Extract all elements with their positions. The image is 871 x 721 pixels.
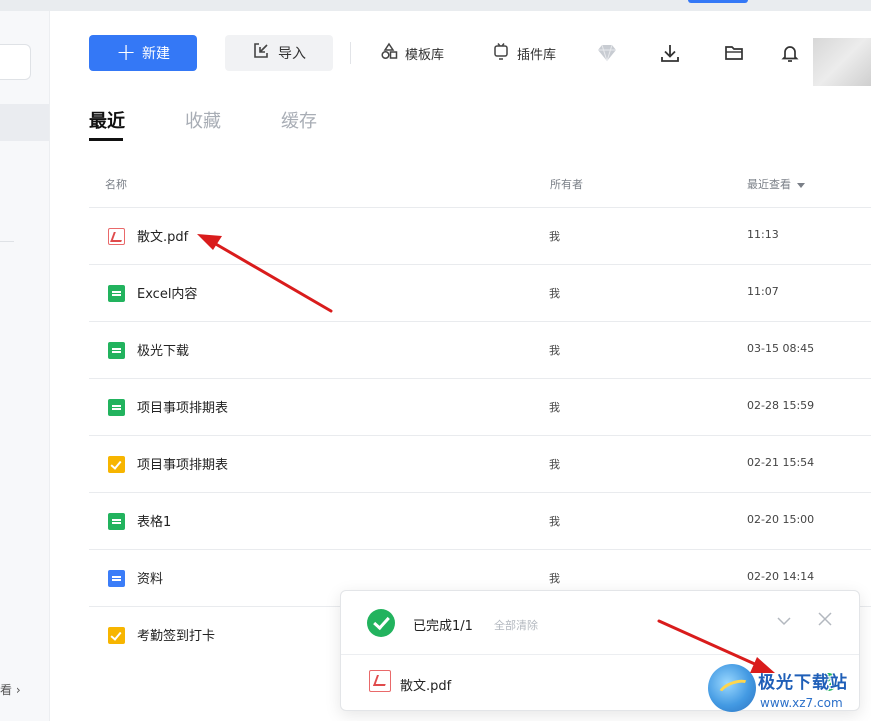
sheet-icon: [108, 342, 125, 359]
file-owner: 我: [549, 401, 560, 414]
toolbar-divider: [350, 42, 351, 64]
table-row[interactable]: Excel内容 我 11:07: [89, 265, 871, 321]
tab-cache[interactable]: 缓存: [281, 107, 317, 133]
file-time: 02-20 14:14: [747, 570, 815, 583]
file-name[interactable]: 项目事项排期表: [137, 397, 228, 416]
panel-divider: [341, 654, 859, 655]
file-name[interactable]: 资料: [137, 568, 163, 587]
table-row[interactable]: 表格1 我 02-20 15:00: [89, 493, 871, 549]
sidebar-item-active[interactable]: [0, 104, 49, 141]
task-icon: [108, 627, 125, 644]
new-button[interactable]: + 新建: [89, 35, 197, 71]
column-header-recent[interactable]: 最近查看: [747, 176, 805, 192]
diamond-icon[interactable]: [595, 41, 619, 65]
file-name[interactable]: 极光下载: [137, 340, 189, 359]
file-owner: 我: [549, 230, 560, 243]
file-name[interactable]: 项目事项排期表: [137, 454, 228, 473]
template-library-button[interactable]: 模板库: [380, 42, 445, 64]
import-button[interactable]: 导入: [225, 35, 333, 71]
file-time: 02-21 15:54: [747, 456, 815, 469]
sidebar-divider: [0, 241, 14, 242]
clear-all-button[interactable]: 全部清除: [494, 617, 538, 633]
sidebar-more-link[interactable]: 看 ›: [0, 681, 21, 698]
file-time: 03-15 08:45: [747, 342, 815, 355]
watermark-url: www.xz7.com: [760, 696, 843, 710]
file-name[interactable]: 散文.pdf: [137, 226, 188, 245]
table-row[interactable]: 项目事项排期表 我 02-28 15:59: [89, 379, 871, 435]
tab-recent[interactable]: 最近: [89, 107, 125, 133]
sheet-icon: [108, 285, 125, 302]
new-button-label: 新建: [142, 46, 171, 62]
sheet-icon: [108, 399, 125, 416]
active-tab-underline: [89, 138, 123, 141]
plugin-library-button[interactable]: 插件库: [492, 43, 556, 63]
file-owner: 我: [549, 572, 560, 585]
column-header-recent-label: 最近查看: [747, 178, 791, 191]
top-accent-tab[interactable]: [688, 0, 748, 3]
column-header-name[interactable]: 名称: [105, 176, 127, 192]
downloaded-file-name[interactable]: 散文.pdf: [400, 675, 451, 694]
task-icon: [108, 456, 125, 473]
pdf-icon: [108, 228, 125, 245]
import-icon: [252, 42, 270, 64]
doc-icon: [108, 570, 125, 587]
plugin-library-label: 插件库: [517, 47, 557, 63]
sidebar: 看 ›: [0, 11, 50, 721]
pdf-icon: [369, 670, 391, 692]
site-watermark: 极光下载站 www.xz7.com: [704, 658, 871, 718]
bell-icon[interactable]: [778, 41, 802, 65]
table-row[interactable]: 散文.pdf 我 11:13: [89, 208, 871, 264]
file-time: 11:07: [747, 285, 779, 298]
file-time: 02-20 15:00: [747, 513, 815, 526]
window-top-strip: [0, 0, 871, 11]
file-name[interactable]: 表格1: [137, 511, 171, 530]
table-row[interactable]: 极光下载 我 03-15 08:45: [89, 322, 871, 378]
download-icon[interactable]: [658, 41, 682, 65]
file-time: 02-28 15:59: [747, 399, 815, 412]
sidebar-search-box[interactable]: [0, 44, 31, 80]
folder-icon[interactable]: [722, 41, 746, 65]
tab-favorites[interactable]: 收藏: [185, 107, 221, 133]
file-name[interactable]: Excel内容: [137, 283, 197, 302]
site-logo-icon: [708, 664, 756, 712]
file-owner: 我: [549, 515, 560, 528]
file-name[interactable]: 考勤签到打卡: [137, 625, 215, 644]
template-library-label: 模板库: [405, 47, 445, 63]
download-status: 已完成1/1: [413, 619, 473, 634]
import-button-label: 导入: [278, 46, 306, 62]
file-owner: 我: [549, 458, 560, 471]
shapes-icon: [380, 42, 398, 64]
avatar[interactable]: [813, 38, 871, 86]
watermark-title: 极光下载站: [758, 673, 848, 693]
check-circle-icon: [367, 609, 395, 637]
plugin-icon: [492, 42, 510, 64]
table-row[interactable]: 项目事项排期表 我 02-21 15:54: [89, 436, 871, 492]
file-owner: 我: [549, 344, 560, 357]
sheet-icon: [108, 513, 125, 530]
file-owner: 我: [549, 287, 560, 300]
plus-icon: +: [115, 38, 137, 66]
file-time: 11:13: [747, 228, 779, 241]
sort-down-icon[interactable]: [797, 182, 805, 188]
close-icon[interactable]: [817, 611, 833, 627]
chevron-down-icon[interactable]: [777, 613, 791, 627]
column-header-owner[interactable]: 所有者: [550, 176, 583, 192]
